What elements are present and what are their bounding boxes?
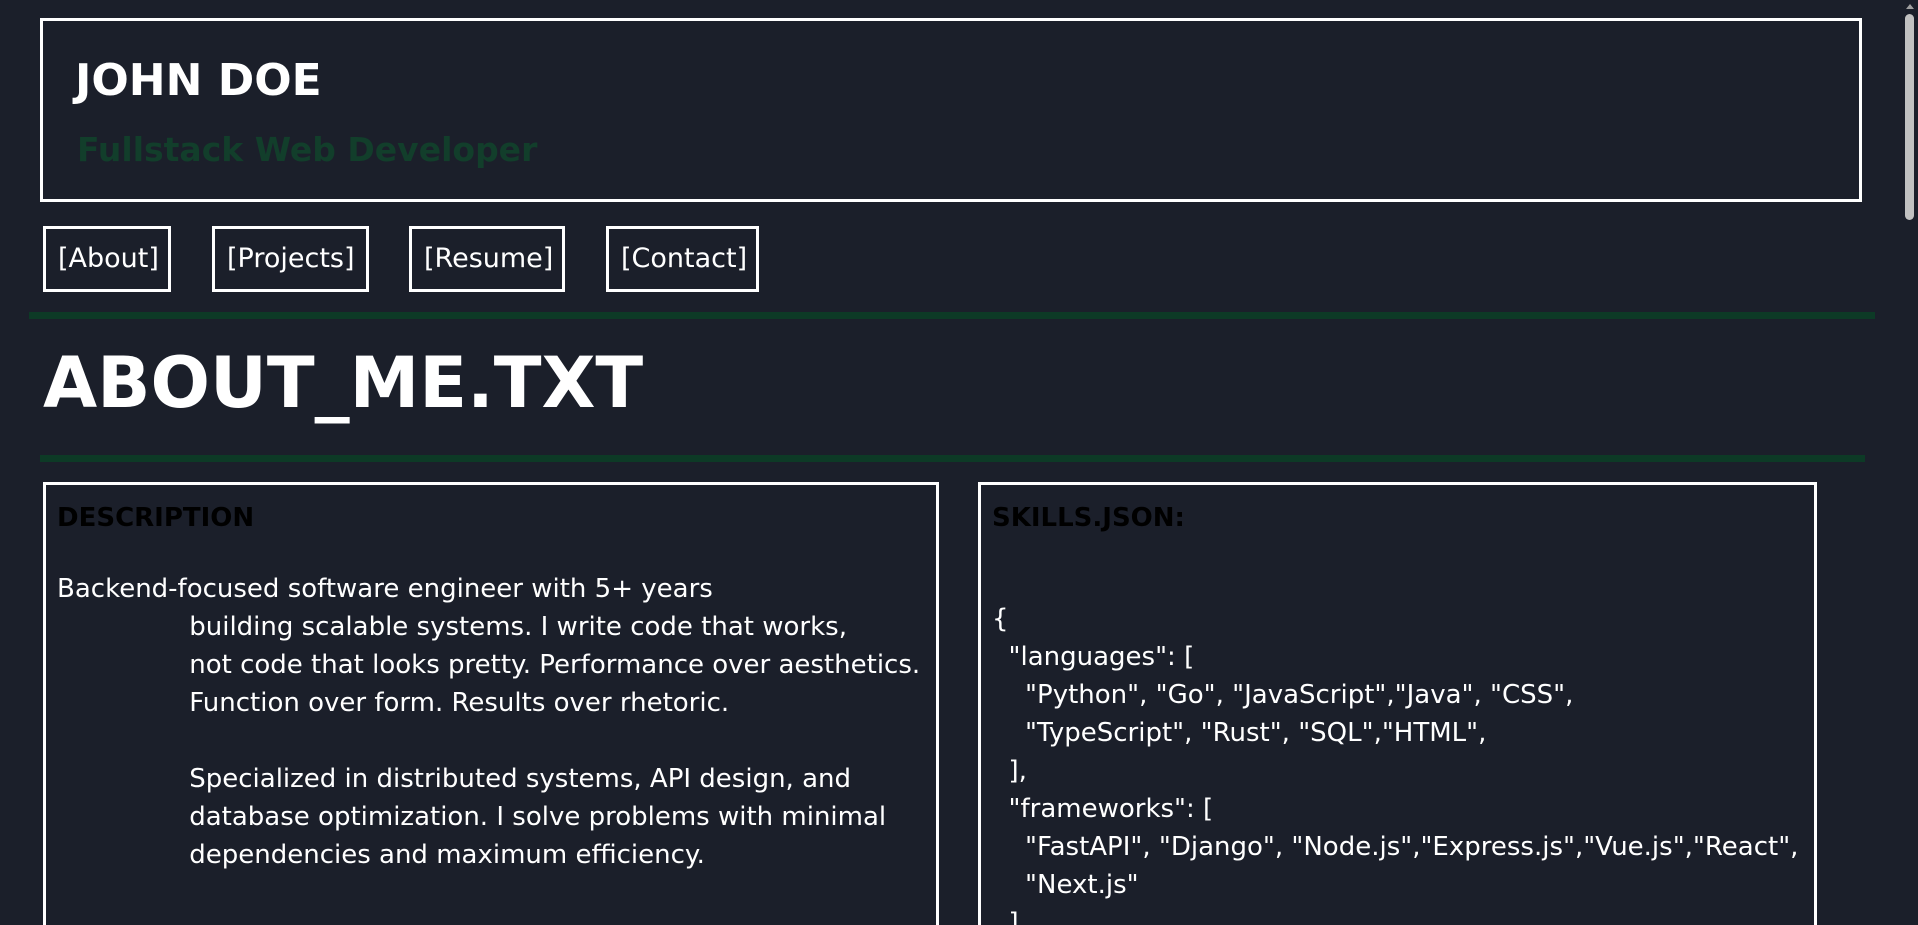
description-text: Backend-focused software engineer with 5…: [57, 574, 921, 870]
skills-panel: SKILLS.JSON: { "languages": [ "Python", …: [978, 482, 1817, 925]
page: JOHN DOE Fullstack Web Developer [About]…: [0, 0, 1918, 925]
site-subtitle: Fullstack Web Developer: [77, 130, 538, 169]
site-name: JOHN DOE: [75, 55, 322, 106]
page-title: ABOUT_ME.TXT: [43, 342, 644, 424]
skills-title: SKILLS.JSON:: [992, 503, 1185, 533]
description-title: DESCRIPTION: [57, 503, 255, 533]
scroll-up-arrow-icon[interactable]: [1906, 4, 1914, 9]
section-divider: [29, 312, 1875, 319]
scrollbar-thumb[interactable]: [1905, 14, 1914, 220]
nav-contact-button[interactable]: [Contact]: [606, 226, 759, 292]
nav-projects-button[interactable]: [Projects]: [212, 226, 369, 292]
heading-divider: [40, 455, 1865, 462]
nav-about-button[interactable]: [About]: [43, 226, 171, 292]
page-scrollbar[interactable]: [1901, 0, 1918, 925]
site-header: JOHN DOE Fullstack Web Developer: [40, 18, 1862, 202]
nav-resume-button[interactable]: [Resume]: [409, 226, 565, 292]
skills-json-code: { "languages": [ "Python", "Go", "JavaSc…: [992, 604, 1799, 925]
description-panel: DESCRIPTION Backend-focused software eng…: [43, 482, 939, 925]
